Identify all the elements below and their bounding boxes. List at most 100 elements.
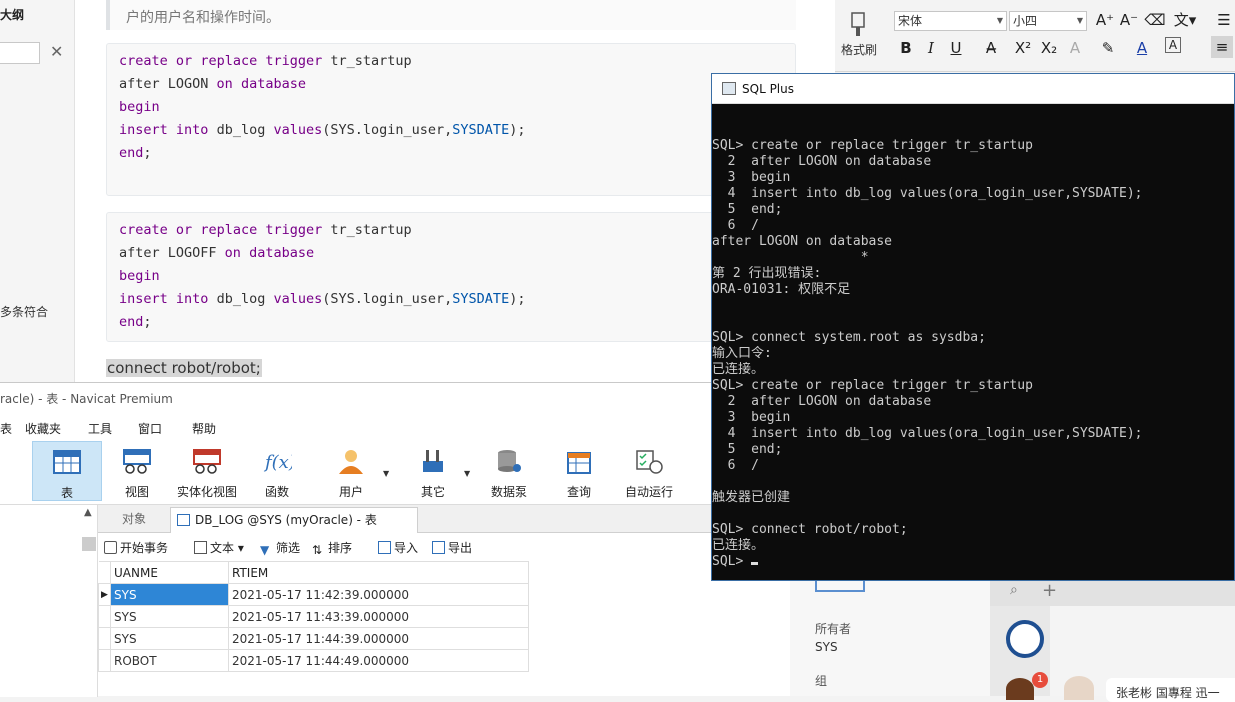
action-label: 排序 — [328, 541, 353, 555]
column-header-rtiem[interactable]: RTIEM — [228, 561, 529, 584]
format-painter-button[interactable] — [843, 10, 873, 40]
grid-cell[interactable]: 2021-05-17 11:43:39.000000 — [228, 605, 529, 628]
phonetic-guide-icon[interactable]: 文▾ — [1170, 9, 1200, 31]
clear-format-icon[interactable]: ⌫ — [1144, 9, 1166, 31]
action-label: 导入 — [394, 541, 419, 555]
begin-transaction-button[interactable]: 开始事务 — [104, 539, 168, 556]
outline-search-input[interactable] — [0, 42, 40, 64]
add-icon[interactable]: + — [1042, 580, 1057, 601]
object-navigator[interactable]: ▲ — [0, 505, 98, 697]
row-indicator — [98, 627, 111, 650]
grid-cell[interactable]: 2021-05-17 11:44:49.000000 — [228, 649, 529, 672]
import-button[interactable]: 导入 — [378, 539, 418, 556]
close-icon[interactable]: ✕ — [50, 42, 63, 61]
grid-cell[interactable]: 2021-05-17 11:42:39.000000 — [228, 583, 529, 606]
scrollbar-thumb[interactable] — [82, 537, 96, 551]
toolbar-function-button[interactable]: f(x) 函数 — [250, 441, 304, 501]
table-row[interactable]: ▶ SYS 2021-05-17 11:42:39.000000 — [98, 583, 529, 606]
code-block[interactable]: create or replace trigger tr_startup afte… — [106, 212, 796, 342]
menu-item-window[interactable]: 窗口 — [138, 420, 162, 437]
avatar[interactable] — [1006, 620, 1044, 658]
markdown-editor-window: 大纲 ✕ 多条符合 户的用户名和操作时间。 create or replace … — [0, 0, 835, 382]
font-name-select[interactable]: 宋体 ▼ — [894, 11, 1007, 31]
outline-item[interactable]: 多条符合 — [0, 303, 48, 320]
console-line: 触发器已创建 — [712, 490, 791, 505]
superscript-icon[interactable]: X² — [1012, 37, 1034, 59]
sort-icon: ⇅ — [312, 543, 323, 557]
shrink-font-icon[interactable]: A⁻ — [1118, 9, 1140, 31]
user-icon — [339, 450, 363, 474]
text-effect-icon[interactable]: A — [1064, 37, 1086, 59]
filter-icon: ▼ — [260, 543, 270, 557]
font-color-icon[interactable]: A — [1131, 37, 1153, 59]
grid-cell[interactable]: SYS — [110, 627, 229, 650]
collapse-up-icon[interactable]: ▲ — [84, 507, 92, 518]
text-button[interactable]: 文本 ▾ — [194, 539, 244, 556]
main-toolbar: 表 视图 实体化视图 f(x) 函数 用户 ▼ 其它 ▼ 数据泵 — [0, 439, 790, 505]
row-indicator-header — [98, 561, 111, 584]
toolbar-materialized-view-button[interactable]: 实体化视图 — [172, 441, 242, 501]
bullet-list-icon[interactable]: ☰ — [1213, 9, 1235, 31]
toolbar-table-button[interactable]: 表 — [32, 441, 102, 501]
subscript-icon[interactable]: X₂ — [1038, 37, 1060, 59]
filter-button[interactable]: ▼ 筛选 — [260, 539, 300, 557]
export-button[interactable]: 导出 — [432, 539, 472, 556]
console-line: SQL> — [712, 554, 1234, 570]
font-size-select[interactable]: 小四 ▼ — [1009, 11, 1087, 31]
navicat-title-bar: racle) - 表 - Navicat Premium — [0, 383, 790, 415]
user-dropdown-arrow-icon[interactable]: ▼ — [383, 469, 389, 478]
toolbar-query-button[interactable]: 查询 — [556, 441, 602, 501]
selected-text[interactable]: connect robot/robot; — [106, 359, 262, 377]
code-block[interactable]: create or replace trigger tr_startup afte… — [106, 43, 796, 196]
toolbar-others-button[interactable]: 其它 — [406, 441, 460, 501]
sort-button[interactable]: ⇅ 排序 — [312, 539, 353, 557]
tab-db-log-table[interactable]: DB_LOG @SYS (myOracle) - 表 — [170, 507, 418, 533]
code-line: begin — [119, 268, 160, 284]
grid-cell[interactable]: ROBOT — [110, 649, 229, 672]
avatar[interactable] — [1006, 678, 1034, 700]
toolbar-data-pump-button[interactable]: 数据泵 — [484, 441, 534, 501]
data-grid[interactable]: UANME RTIEM ▶ SYS 2021-05-17 11:42:39.00… — [98, 561, 530, 672]
text-icon — [194, 541, 207, 554]
search-icon[interactable]: ⌕ — [1010, 582, 1018, 598]
highlight-icon[interactable]: ✎ — [1097, 37, 1119, 59]
others-dropdown-arrow-icon[interactable]: ▼ — [464, 469, 470, 478]
grid-cell[interactable]: SYS — [110, 583, 229, 606]
table-row[interactable]: SYS 2021-05-17 11:44:39.000000 — [98, 627, 529, 650]
console-line: after LOGON on database — [712, 234, 893, 249]
table-row[interactable]: ROBOT 2021-05-17 11:44:49.000000 — [98, 649, 529, 672]
column-header-uanme[interactable]: UANME — [110, 561, 229, 584]
avatar[interactable] — [1064, 676, 1094, 700]
bold-icon[interactable]: B — [895, 37, 917, 59]
toolbar-view-button[interactable]: 视图 — [108, 441, 166, 501]
char-border-icon[interactable]: A — [1165, 37, 1181, 53]
toolbar-label: 视图 — [124, 485, 149, 499]
grid-cell[interactable]: SYS — [110, 605, 229, 628]
menu-item-help[interactable]: 帮助 — [192, 420, 216, 437]
sqlplus-window[interactable]: SQL Plus SQL> create or replace trigger … — [711, 73, 1235, 581]
sqlplus-title-bar[interactable]: SQL Plus — [712, 74, 1234, 104]
toolbar-label: 函数 — [264, 485, 289, 499]
code-line: after LOGOFF on database — [119, 245, 315, 261]
table-row[interactable]: SYS 2021-05-17 11:43:39.000000 — [98, 605, 529, 628]
tab-label: DB_LOG @SYS (myOracle) - 表 — [195, 513, 377, 527]
chat-toolbar: ⌕ + — [990, 580, 1235, 606]
menu-item-favorites[interactable]: 收藏夹 — [25, 420, 61, 437]
properties-panel: 所有者 SYS 组 — [790, 580, 990, 696]
align-left-icon[interactable]: ≡ — [1211, 36, 1233, 58]
transaction-icon — [104, 541, 117, 554]
menu-item-table[interactable]: 表 — [0, 420, 12, 437]
console-output[interactable]: SQL> create or replace trigger tr_startu… — [712, 104, 1234, 580]
toolbar-user-button[interactable]: 用户 — [324, 441, 378, 501]
italic-icon[interactable]: I — [920, 37, 942, 59]
menu-item-tools[interactable]: 工具 — [88, 420, 112, 437]
tab-objects[interactable]: 对象 — [102, 507, 166, 533]
grow-font-icon[interactable]: A⁺ — [1094, 9, 1116, 31]
strikethrough-icon[interactable]: A̶ — [980, 37, 1002, 59]
underline-icon[interactable]: U — [945, 37, 967, 59]
toolbar-schedule-button[interactable]: 自动运行 — [620, 441, 678, 501]
owner-label: 所有者 — [815, 622, 852, 636]
toolbar-label: 实体化视图 — [176, 485, 237, 499]
grid-cell[interactable]: 2021-05-17 11:44:39.000000 — [228, 627, 529, 650]
